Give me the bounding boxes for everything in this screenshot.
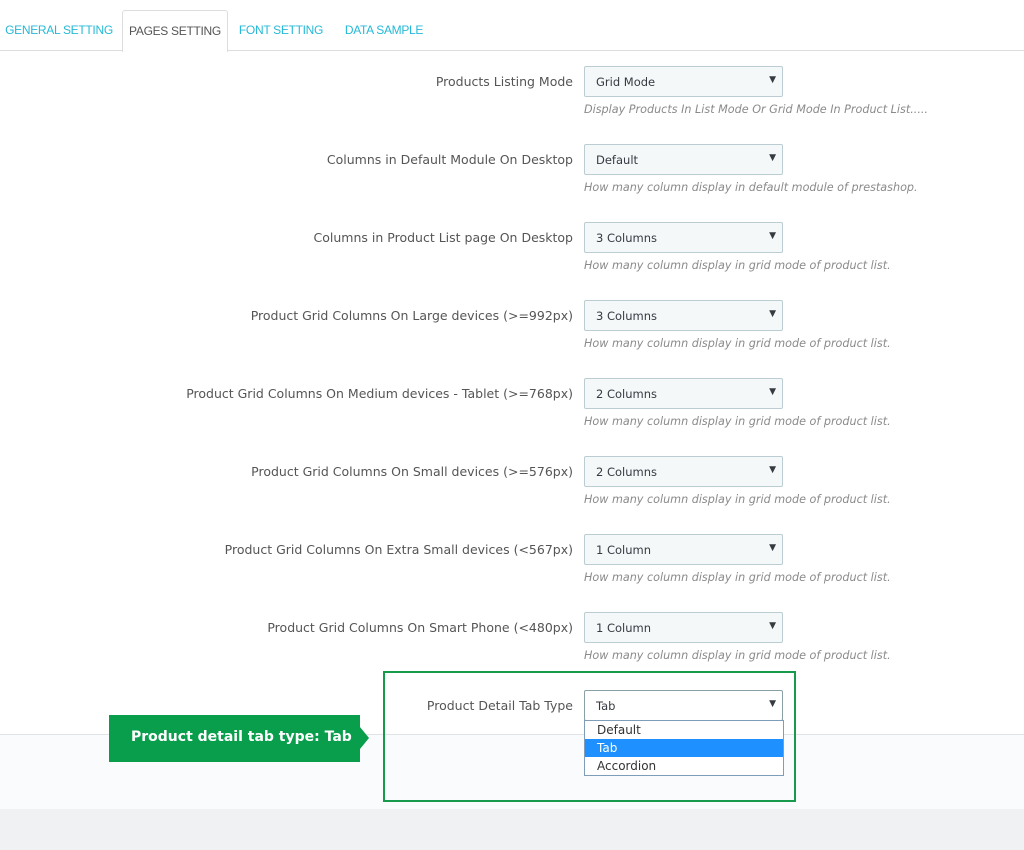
tab-pages-setting[interactable]: PAGES SETTING xyxy=(122,10,228,52)
select-value: 2 Columns xyxy=(596,465,658,479)
caret-down-icon: ▼ xyxy=(769,309,776,319)
caret-down-icon: ▼ xyxy=(769,621,776,631)
help-text: How many column display in grid mode of … xyxy=(584,337,891,350)
setting-label: Product Grid Columns On Small devices (>… xyxy=(251,464,573,479)
setting-label: Columns in Default Module On Desktop xyxy=(326,152,573,167)
help-text: How many column display in default modul… xyxy=(584,181,918,194)
help-text: How many column display in grid mode of … xyxy=(584,571,891,584)
tab-font-setting[interactable]: FONT SETTING xyxy=(236,10,326,51)
select-value: 1 Column xyxy=(596,543,652,557)
setting-label: Products Listing Mode xyxy=(435,74,573,89)
callout-label: Product detail tab type: Tab xyxy=(109,715,360,762)
caret-down-icon: ▼ xyxy=(769,231,776,241)
caret-down-icon: ▼ xyxy=(769,465,776,475)
setting-row-medium-devices: Product Grid Columns On Medium devices -… xyxy=(0,378,1024,438)
default-module-columns-select[interactable]: Default ▼ xyxy=(584,144,783,175)
tab-bar: GENERAL SETTING PAGES SETTING FONT SETTI… xyxy=(0,0,1024,52)
setting-label: Product Grid Columns On Smart Phone (<48… xyxy=(267,620,573,635)
select-value: 1 Column xyxy=(596,621,652,635)
highlight-box xyxy=(383,671,796,802)
select-value: Default xyxy=(596,153,639,167)
setting-row-large-devices: Product Grid Columns On Large devices (>… xyxy=(0,300,1024,360)
tab-general-setting[interactable]: GENERAL SETTING xyxy=(0,10,118,51)
help-text: How many column display in grid mode of … xyxy=(584,493,891,506)
setting-label: Product Grid Columns On Medium devices -… xyxy=(186,386,573,401)
select-value: 3 Columns xyxy=(596,309,658,323)
small-devices-columns-select[interactable]: 2 Columns ▼ xyxy=(584,456,783,487)
caret-down-icon: ▼ xyxy=(769,75,776,85)
help-text: How many column display in grid mode of … xyxy=(584,415,891,428)
setting-label: Product Grid Columns On Large devices (>… xyxy=(250,308,573,323)
select-value: 2 Columns xyxy=(596,387,658,401)
help-text: How many column display in grid mode of … xyxy=(584,649,891,662)
page-bottom-area xyxy=(0,809,1024,850)
caret-down-icon: ▼ xyxy=(769,153,776,163)
setting-label: Product Grid Columns On Extra Small devi… xyxy=(224,542,573,557)
smart-phone-columns-select[interactable]: 1 Column ▼ xyxy=(584,612,783,643)
extra-small-devices-columns-select[interactable]: 1 Column ▼ xyxy=(584,534,783,565)
caret-down-icon: ▼ xyxy=(769,543,776,553)
help-text: How many column display in grid mode of … xyxy=(584,259,891,272)
medium-devices-columns-select[interactable]: 2 Columns ▼ xyxy=(584,378,783,409)
setting-row-columns-default-module: Columns in Default Module On Desktop Def… xyxy=(0,144,1024,204)
caret-down-icon: ▼ xyxy=(769,387,776,397)
select-value: Grid Mode xyxy=(596,75,656,89)
listing-mode-select[interactable]: Grid Mode ▼ xyxy=(584,66,783,97)
callout-text: Product detail tab type: Tab xyxy=(131,729,352,745)
tab-data-sample[interactable]: DATA SAMPLE xyxy=(338,10,430,51)
setting-row-smart-phone: Product Grid Columns On Smart Phone (<48… xyxy=(0,612,1024,672)
select-value: 3 Columns xyxy=(596,231,658,245)
setting-row-columns-product-list: Columns in Product List page On Desktop … xyxy=(0,222,1024,282)
setting-row-extra-small-devices: Product Grid Columns On Extra Small devi… xyxy=(0,534,1024,594)
help-text: Display Products In List Mode Or Grid Mo… xyxy=(584,103,928,116)
setting-row-products-listing-mode: Products Listing Mode Grid Mode ▼ Displa… xyxy=(0,66,1024,126)
setting-row-small-devices: Product Grid Columns On Small devices (>… xyxy=(0,456,1024,516)
large-devices-columns-select[interactable]: 3 Columns ▼ xyxy=(584,300,783,331)
callout-arrow-icon xyxy=(360,727,369,749)
product-list-columns-select[interactable]: 3 Columns ▼ xyxy=(584,222,783,253)
setting-label: Columns in Product List page On Desktop xyxy=(313,230,573,245)
